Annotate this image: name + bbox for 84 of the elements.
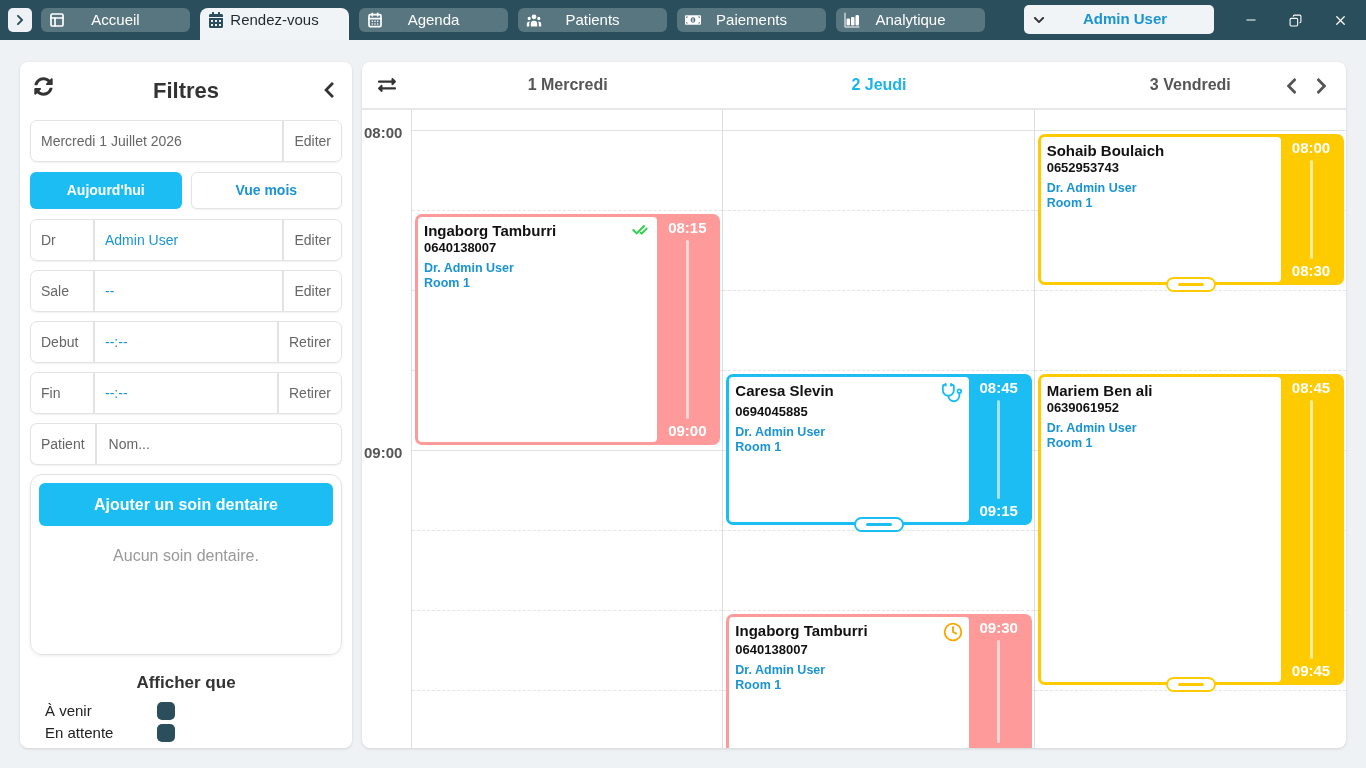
chevron-left-icon: [1284, 77, 1298, 95]
patient-phone: 0640138007: [424, 240, 497, 256]
empty-message: Aucun soin dentaire.: [113, 546, 259, 566]
expand-button[interactable]: [8, 8, 32, 32]
resize-handle[interactable]: [854, 517, 904, 532]
chevron-right-icon: [1314, 77, 1328, 95]
end-time: 08:30: [1291, 262, 1331, 280]
nav-tab[interactable]: Accueil: [41, 8, 190, 32]
chevron-left-icon: [322, 81, 336, 99]
time-label: 09:00: [364, 444, 403, 461]
bar-chart-icon: [844, 12, 860, 28]
row-action-button[interactable]: Retirer: [277, 373, 341, 413]
doctor-name: Dr. Admin User: [1046, 181, 1137, 196]
patient-name: Ingaborg Tamburri: [735, 622, 868, 640]
appointment-card[interactable]: Ingaborg Tamburri 0640138007 Dr. Admin User Room 1 09:30: [726, 614, 1032, 748]
patient-name: Ingaborg Tamburri: [424, 222, 557, 240]
start-time: 08:00: [1291, 139, 1331, 157]
patient-phone: 0639061952: [1046, 400, 1119, 416]
filter-label: Debut: [40, 332, 80, 352]
edit-button[interactable]: Editer: [282, 121, 341, 161]
filter-value: --:--: [93, 322, 277, 362]
doctor-name: Dr. Admin User: [735, 663, 826, 678]
user-menu[interactable]: Admin User: [1024, 5, 1214, 34]
start-time: 08:15: [668, 219, 707, 237]
layout-icon: [49, 12, 65, 28]
filter-value: --:--: [93, 373, 277, 413]
patient-name: Mariem Ben ali: [1046, 382, 1153, 400]
refresh-icon: [33, 76, 53, 96]
filter-label: Fin: [40, 383, 62, 403]
nav-tab[interactable]: Rendez-vous: [200, 8, 349, 40]
calendar-icon: [367, 12, 383, 28]
option-label: À venir: [45, 702, 93, 720]
day-header[interactable]: 3 Vendredi: [1149, 73, 1231, 97]
restore-icon: [1289, 13, 1302, 27]
room-name: Room 1: [735, 678, 782, 693]
swap-icon: [376, 76, 398, 94]
patient-phone: 0694045885: [735, 404, 808, 420]
filter-label: Dr: [40, 230, 57, 250]
checkbox[interactable]: [157, 724, 175, 742]
doctor-name: Dr. Admin User: [424, 261, 514, 276]
room-name: Room 1: [735, 440, 782, 455]
patient-name: Caresa Slevin: [735, 382, 834, 400]
nav-tab[interactable]: Paiements: [677, 8, 826, 32]
checkbox[interactable]: [157, 702, 175, 720]
patient-phone: 0652953743: [1046, 160, 1119, 176]
row-action-button[interactable]: Retirer: [277, 322, 341, 362]
room-name: Room 1: [424, 276, 470, 291]
filter-label: Patient: [30, 423, 95, 465]
section-title: Afficher que: [136, 673, 236, 693]
day-header[interactable]: 1 Mercredi: [527, 73, 608, 97]
option-label: En attente: [45, 724, 115, 742]
panel-title: Filtres: [152, 76, 220, 105]
patient-search-field[interactable]: Nom...: [94, 423, 342, 465]
nav-tab[interactable]: Analytique: [836, 8, 985, 32]
room-name: Room 1: [1046, 196, 1093, 211]
start-time: 08:45: [979, 379, 1018, 397]
row-action-button[interactable]: Editer: [282, 271, 341, 311]
filter-value: --: [93, 271, 283, 311]
start-time: 08:45: [1291, 379, 1331, 397]
filter-value: Admin User: [93, 220, 283, 260]
room-name: Room 1: [1046, 436, 1093, 451]
chevron-right-icon: [15, 14, 25, 26]
patient-name: Sohaib Boulaich: [1046, 142, 1165, 160]
end-time: 09:45: [1291, 662, 1331, 680]
appointment-card[interactable]: Ingaborg Tamburri 0640138007 Dr. Admin User Room 1 08:15 09:00: [415, 214, 721, 445]
time-label: 08:00: [364, 124, 403, 141]
start-time: 09:30: [979, 619, 1018, 637]
view-button[interactable]: Vue mois: [190, 172, 342, 209]
people-icon: [526, 12, 542, 28]
nav-tab[interactable]: Patients: [518, 8, 667, 32]
calendar-icon: [208, 12, 224, 28]
banknote-icon: [685, 12, 701, 28]
doctor-name: Dr. Admin User: [735, 425, 826, 440]
refresh-button[interactable]: [32, 75, 54, 97]
resize-handle[interactable]: [1165, 277, 1216, 292]
date-value: Mercredi 1 Juillet 2026: [40, 131, 183, 151]
filter-label: Sale: [40, 281, 71, 301]
row-action-button[interactable]: Editer: [282, 220, 341, 260]
resize-handle[interactable]: [1165, 677, 1216, 692]
doctor-name: Dr. Admin User: [1046, 421, 1137, 436]
patient-phone: 0640138007: [735, 642, 808, 658]
end-time: 09:00: [668, 422, 707, 440]
end-time: 09:15: [979, 502, 1018, 520]
nav-tab[interactable]: Agenda: [359, 8, 508, 32]
